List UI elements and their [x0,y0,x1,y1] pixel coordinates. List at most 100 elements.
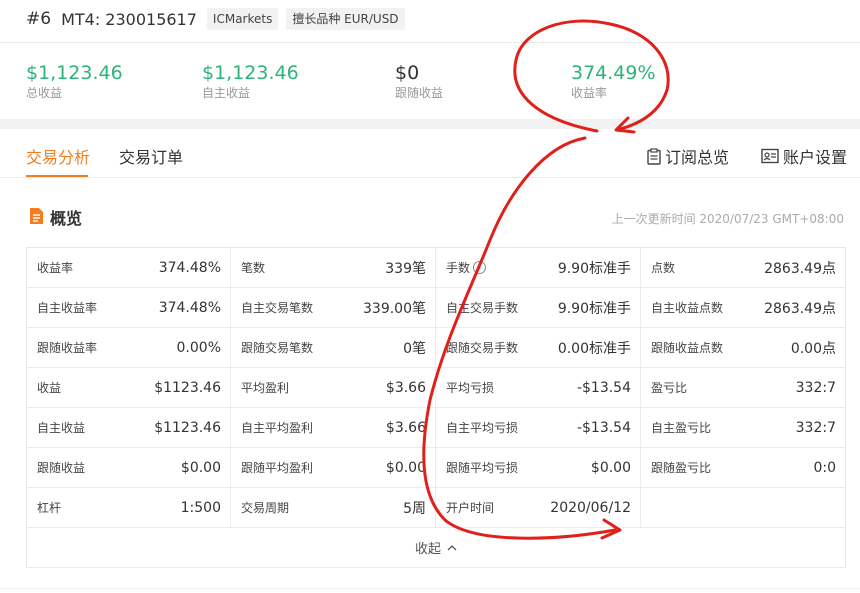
table-row: 杠杆 1:500 交易周期 5周 开户时间 2020/06/12 [27,488,845,528]
table-cell: 手数 i 9.90标准手 [436,248,641,287]
overview-title: 概览 [50,209,83,228]
stat-value: 374.49% [571,62,656,84]
stat-value: $1,123.46 [202,62,299,84]
stat-label: 收益率 [571,86,608,100]
cell-value: 332:7 [795,379,836,396]
subscribe-overview-button[interactable]: 订阅总览 [647,144,729,168]
tab-trade-orders[interactable]: 交易订单 [119,144,183,168]
cell-label: 跟随交易笔数 [241,341,314,355]
info-icon[interactable]: i [473,261,487,274]
cell-value: $3.66 [385,379,426,396]
cell-label: 自主收益 [37,421,86,435]
table-cell: 自主盈亏比 332:7 [641,408,845,447]
cell-label: 跟随交易手数 [446,341,519,355]
rank-number: #6 [26,9,52,29]
chevron-up-icon [447,545,457,551]
table-row: 自主收益 $1123.46 自主平均盈利 $3.66 自主平均亏损 -$13.54 自… [27,408,845,448]
broker-tag: ICMarkets [206,8,279,30]
cell-label: 自主交易笔数 [241,301,314,315]
last-update-time: 上一次更新时间 2020/07/23 GMT+08:00 [611,212,844,226]
cell-value: 339笔 [385,260,426,277]
cell-value: 2863.49点 [764,260,836,277]
cell-label: 自主平均盈利 [241,421,314,435]
table-cell: 跟随盈亏比 0:0 [641,448,845,487]
stat-label: 自主收益 [202,86,251,100]
cell-value: $1123.46 [154,419,221,436]
table-cell: 杠杆 1:500 [27,488,231,527]
cell-label: 跟随收益率 [37,341,98,355]
collapse-button[interactable]: 收起 [27,528,845,568]
cell-label: 跟随平均盈利 [241,461,314,475]
table-cell: 跟随平均盈利 $0.00 [231,448,436,487]
table-cell: 自主收益 $1123.46 [27,408,231,447]
table-row: 自主收益率 374.48% 自主交易笔数 339.00笔 自主交易手数 9.90标准手… [27,288,845,328]
cell-label: 交易周期 [241,501,290,515]
cell-label: 平均亏损 [446,381,495,395]
account-settings-button[interactable]: 账户设置 [761,144,847,168]
account-header: #6 MT4: 230015617 ICMarkets 擅长品种 EUR/USD [26,6,413,32]
cell-value: 374.48% [158,299,221,316]
document-icon [30,208,43,224]
table-cell: 开户时间 2020/06/12 [436,488,641,527]
cell-value: -$13.54 [576,419,631,436]
cell-value: $0.00 [590,459,631,476]
cell-value: $3.66 [385,419,426,436]
table-cell: 盈亏比 332:7 [641,368,845,407]
cell-value: 0.00% [176,339,221,356]
cell-label: 开户时间 [446,501,495,515]
clipboard-icon [647,147,661,165]
tabs-divider [0,177,860,178]
cell-label: 收益 [37,381,62,395]
header-divider [0,42,860,43]
table-cell-empty [641,488,845,527]
cell-value: 5周 [403,500,426,517]
cell-label: 点数 [651,261,676,275]
table-cell: 自主平均盈利 $3.66 [231,408,436,447]
cell-label: 自主收益率 [37,301,98,315]
account-id: MT4: 230015617 [61,9,197,29]
tab-trade-analysis[interactable]: 交易分析 [26,144,90,168]
cell-label: 笔数 [241,261,266,275]
cell-label: 收益率 [37,261,74,275]
table-row: 跟随收益率 0.00% 跟随交易笔数 0笔 跟随交易手数 0.00标准手 跟随收益点数… [27,328,845,368]
cell-label: 跟随平均亏损 [446,461,519,475]
table-cell: 自主交易手数 9.90标准手 [436,288,641,327]
cell-label: 盈亏比 [651,381,688,395]
account-settings-label: 账户设置 [783,148,848,167]
table-cell: 自主交易笔数 339.00笔 [231,288,436,327]
cell-value: 1:500 [180,499,221,516]
cell-value: 0.00标准手 [557,340,631,357]
table-cell: 跟随收益点数 0.00点 [641,328,845,367]
cell-label: 平均盈利 [241,381,290,395]
table-row: 跟随收益 $0.00 跟随平均盈利 $0.00 跟随平均亏损 $0.00 跟随盈亏比 0… [27,448,845,488]
table-cell: 自主收益率 374.48% [27,288,231,327]
stat-label: 跟随收益 [395,86,444,100]
stat-value: $1,123.46 [26,62,123,84]
table-cell: 收益 $1123.46 [27,368,231,407]
profile-card-icon [761,148,779,164]
cell-value: 9.90标准手 [557,300,631,317]
cell-value: 332:7 [795,419,836,436]
stat-total-profit: $1,123.46 总收益 [26,62,123,100]
cell-label: 自主收益点数 [651,301,724,315]
cell-label: 跟随盈亏比 [651,461,712,475]
footer-divider [0,588,860,589]
section-separator [0,119,860,129]
cell-value: $0.00 [180,459,221,476]
cell-value: 9.90标准手 [557,260,631,277]
symbol-tag: 擅长品种 EUR/USD [286,8,405,30]
cell-label: 跟随收益点数 [651,341,724,355]
table-cell: 平均亏损 -$13.54 [436,368,641,407]
table-cell: 自主收益点数 2863.49点 [641,288,845,327]
cell-label: 自主平均亏损 [446,421,519,435]
overview-table: 收益率 374.48% 笔数 339笔 手数 i 9.90标准手 点数 2863.49点 … [26,247,846,568]
table-cell: 跟随收益 $0.00 [27,448,231,487]
cell-label: 跟随收益 [37,461,86,475]
cell-value: -$13.54 [576,379,631,396]
cell-value: 0:0 [813,459,836,476]
table-cell: 平均盈利 $3.66 [231,368,436,407]
cell-value: $1123.46 [154,379,221,396]
table-row: 收益率 374.48% 笔数 339笔 手数 i 9.90标准手 点数 2863.49点 [27,248,845,288]
cell-value: 339.00笔 [363,300,426,317]
stat-value: $0 [395,62,420,84]
